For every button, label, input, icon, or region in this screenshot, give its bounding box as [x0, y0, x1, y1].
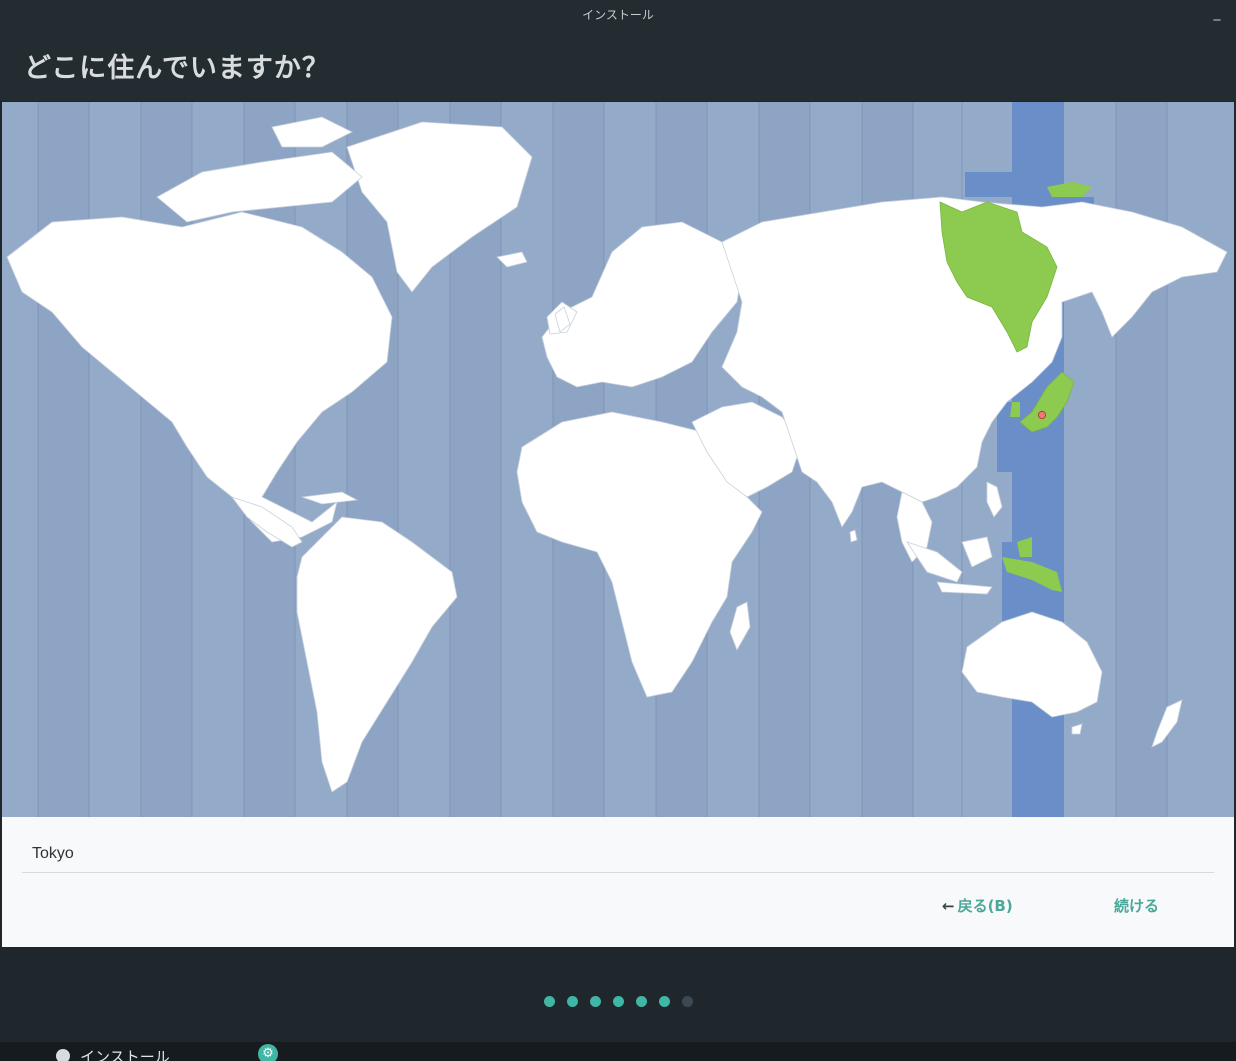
- progress-dot: [589, 996, 601, 1007]
- page-header: どこに住んでいますか？: [0, 28, 1236, 101]
- minimize-icon: _: [1213, 5, 1221, 21]
- progress-dot: [635, 996, 647, 1007]
- minimize-button[interactable]: _: [1208, 5, 1226, 21]
- window-title: インストール: [582, 8, 654, 22]
- page-title: どこに住んでいますか？: [24, 53, 330, 84]
- progress-dot: [658, 996, 670, 1007]
- disc-icon: [56, 1049, 70, 1061]
- timezone-map[interactable]: [2, 102, 1234, 817]
- taskbar: インストール ⚙: [0, 1042, 1236, 1061]
- back-button-label: 戻る(B): [957, 897, 1013, 915]
- location-panel: ←戻る(B) 続ける: [2, 817, 1234, 947]
- progress-indicator: [0, 996, 1236, 1007]
- taskbar-app-label: インストール: [80, 1048, 170, 1061]
- progress-dot: [612, 996, 624, 1007]
- location-input[interactable]: [22, 835, 1214, 873]
- continue-button[interactable]: 続ける: [1114, 895, 1159, 917]
- progress-dot: [681, 996, 693, 1007]
- location-pin-icon: [1037, 410, 1047, 420]
- progress-dot: [543, 996, 555, 1007]
- taskbar-app-installer[interactable]: インストール: [56, 1046, 170, 1061]
- aperture-icon[interactable]: ⚙: [258, 1044, 278, 1061]
- progress-dot: [566, 996, 578, 1007]
- arrow-left-icon: ←: [942, 897, 955, 915]
- window-titlebar: インストール _: [0, 0, 1236, 28]
- back-button[interactable]: ← 戻る(B): [942, 895, 1013, 917]
